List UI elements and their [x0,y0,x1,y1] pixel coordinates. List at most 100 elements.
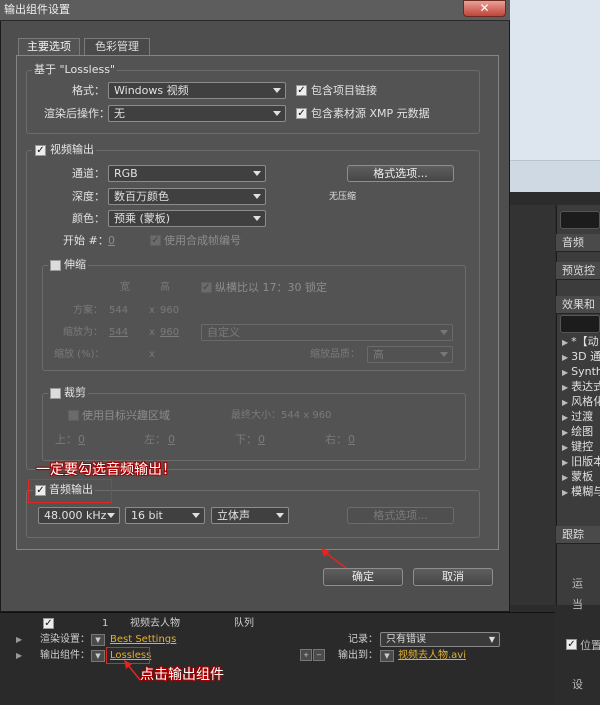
resize-to-height[interactable]: 960 [160,326,179,340]
effects-category[interactable]: ▶ 模糊与 [562,484,600,499]
tab-color-management[interactable]: 色彩管理 [84,38,150,55]
effects-category[interactable]: ▶ 键控 [562,439,600,454]
start-frame-label: 开始 #： [63,234,109,247]
render-settings-dropdown-icon[interactable]: ▼ [91,634,105,646]
output-module-annotation: 点击输出组件 [140,667,224,683]
use-roi-checkbox[interactable] [68,410,79,421]
format-dropdown[interactable]: Windows 视频 [108,82,286,99]
expand-triangle-icon[interactable]: ▶ [16,632,22,648]
resize-preset-dropdown[interactable]: 自定义 [201,324,453,341]
include-xmp-label: 包含素材源 XMP 元数据 [311,107,430,120]
color-label: 颜色： [72,212,105,225]
render-checkbox[interactable]: ✓ [43,618,54,629]
resize-quality-label: 缩放品质： [310,349,360,360]
preview-panel-tab[interactable]: 预览控 [556,262,600,280]
effects-category[interactable]: ▶Synthe [562,364,600,379]
position-checkbox[interactable]: ✓ [566,639,577,650]
crop-checkbox[interactable] [50,388,61,399]
effects-category[interactable]: ▶ 3D 通 [562,349,600,364]
log-dropdown[interactable]: 只有错误 ▼ [380,632,500,647]
queue-comp-name: 视频去人物 [130,618,180,629]
times-sign: x [149,327,155,338]
expand-triangle-icon: ▶ [562,458,569,467]
tracker-item: 当 [572,598,583,611]
effects-category[interactable]: ▶ 旧版本 [562,454,600,469]
add-output-button[interactable]: + [300,649,312,661]
color-dropdown[interactable]: 预乘 (蒙板) [108,210,266,227]
chevron-down-icon [440,352,448,357]
expand-triangle-icon: ▶ [562,368,569,377]
times-sign: x [149,349,155,360]
crop-right-value[interactable]: 0 [348,433,355,447]
start-frame-value[interactable]: 0 [108,234,115,248]
channels-dropdown[interactable]: RGB [108,165,266,182]
annotation-highlight-box [28,479,112,503]
depth-dropdown[interactable]: 数百万颜色 [108,188,266,205]
crop-right-label: 右： [325,433,347,446]
post-render-dropdown[interactable]: 无 [108,105,286,122]
output-file-link[interactable]: 视频去人物.avi [398,648,466,664]
tracker-panel-tab[interactable]: 跟踪 [556,526,600,544]
resize-checkbox[interactable] [50,260,61,271]
crop-bottom-value[interactable]: 0 [258,433,265,447]
format-label: 格式： [72,84,105,97]
effects-search-field[interactable] [560,315,600,333]
effects-category[interactable]: ▶ 风格化 [562,394,600,409]
remove-output-button[interactable]: − [313,649,325,661]
effects-panel-tab[interactable]: 效果和 [556,296,600,314]
effects-category[interactable]: ▶ 过渡 [562,409,600,424]
use-comp-frame-label: 使用合成帧编号 [164,234,241,247]
render-settings-link[interactable]: Best Settings [110,632,176,648]
effects-category[interactable]: ▶ *【动 [562,334,600,349]
background-window-band [505,160,600,192]
use-comp-frame-checkbox[interactable]: ✓ [150,235,161,246]
chevron-down-icon [253,216,261,221]
include-project-link-checkbox[interactable]: ✓ [296,85,307,96]
chevron-down-icon [107,513,115,518]
lock-aspect-checkbox[interactable]: ✓ [201,282,212,293]
output-to-dropdown-icon[interactable]: ▼ [380,650,394,662]
audio-format-options-button[interactable]: 格式选项... [347,507,454,524]
resize-to-width[interactable]: 544 [109,326,128,340]
cancel-button[interactable]: 取消 [413,568,493,586]
tracker-item: 设 [572,678,583,691]
resize-quality-dropdown[interactable]: 高 [367,346,453,363]
panel-search-field[interactable] [560,211,600,229]
ok-button[interactable]: 确定 [323,568,403,586]
rendering-at-label: 方案： [73,305,103,316]
audio-channels-dropdown[interactable]: 立体声 [211,507,289,524]
output-module-dropdown-icon[interactable]: ▼ [91,650,105,662]
chevron-down-icon: ▼ [488,635,495,644]
video-output-checkbox[interactable]: ✓ [35,145,46,156]
render-queue-item[interactable]: ✓ 1 视频去人物 队列 [40,616,340,632]
include-project-link-label: 包含项目链接 [311,84,377,97]
expand-triangle-icon[interactable]: ▶ [16,648,22,664]
audio-panel-tab[interactable]: 音频 [556,234,600,252]
based-on-title: 基于 "Lossless" [32,63,118,76]
video-format-options-button[interactable]: 格式选项... [347,165,454,182]
chevron-down-icon [276,513,284,518]
tab-main-options[interactable]: 主要选项 [18,38,80,56]
crop-top-value[interactable]: 0 [78,433,85,447]
effects-category[interactable]: ▶ 蒙板 [562,469,600,484]
crop-left-value[interactable]: 0 [168,433,175,447]
include-xmp-checkbox[interactable]: ✓ [296,108,307,119]
expand-triangle-icon: ▶ [562,413,569,422]
crop-group [42,393,466,461]
depth-label: 深度： [72,190,105,203]
render-settings-label: 渲染设置： [40,634,90,645]
audio-rate-dropdown[interactable]: 48.000 kHz [38,507,120,524]
rendering-at-height: 960 [160,305,180,316]
queue-status: 队列 [234,618,254,629]
expand-triangle-icon: ▶ [562,353,569,362]
queue-number: 1 [102,618,109,629]
tracker-position[interactable]: ✓ 位置 [566,637,600,653]
effects-category[interactable]: ▶ 表达式 [562,379,600,394]
audio-bits-dropdown[interactable]: 16 bit [125,507,205,524]
expand-triangle-icon: ▶ [562,428,569,437]
effects-category[interactable]: ▶ 绘图 [562,424,600,439]
based-on-group [26,70,480,134]
close-button[interactable]: ✕ [463,0,506,17]
tracker-item: 运 [572,577,583,590]
times-sign: x [149,305,155,316]
